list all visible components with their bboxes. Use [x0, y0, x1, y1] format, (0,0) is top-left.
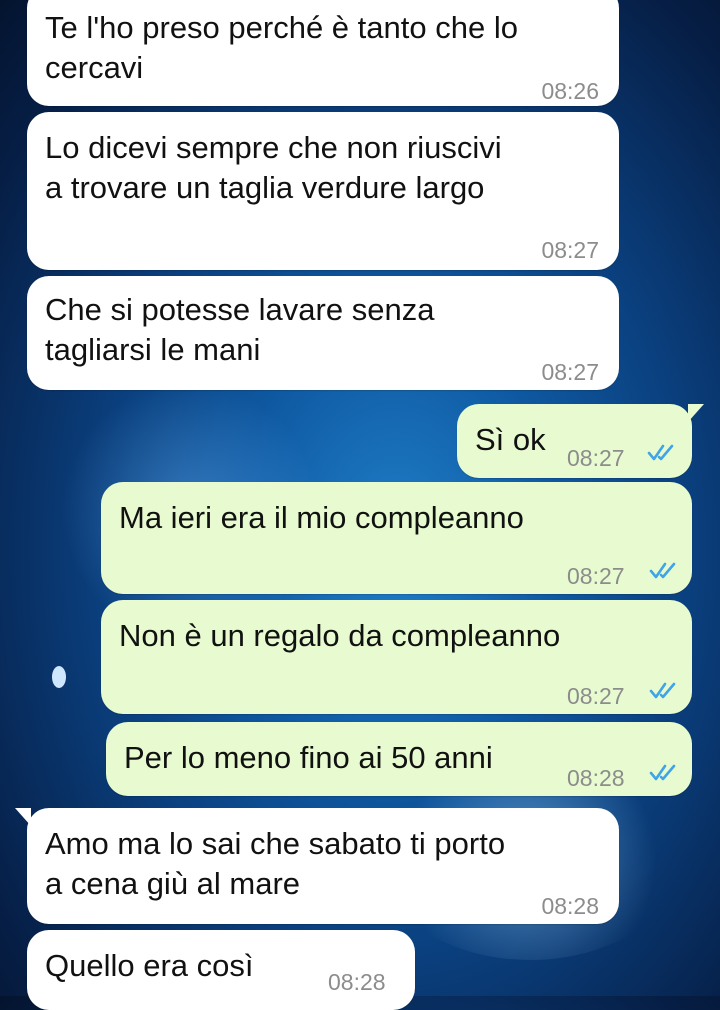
outgoing-message-bubble[interactable]: Non è un regalo da compleanno 08:27 [101, 600, 692, 714]
message-text: tagliarsi le mani [45, 332, 261, 367]
outgoing-message-bubble[interactable]: Ma ieri era il mio compleanno 08:27 [101, 482, 692, 594]
message-timestamp: 08:28 [328, 969, 386, 995]
message-text: Sì ok [475, 422, 546, 457]
message-timestamp: 08:27 [567, 563, 625, 589]
incoming-message-bubble[interactable]: Te l'ho preso perché è tanto che lo cerc… [27, 0, 619, 106]
message-timestamp: 08:27 [567, 445, 625, 471]
message-text: Lo dicevi sempre che non riuscivi [45, 130, 502, 165]
outgoing-message-bubble[interactable]: Per lo meno fino ai 50 anni 08:28 [106, 722, 692, 796]
message-text: Non è un regalo da compleanno [119, 618, 561, 653]
message-text: Amo ma lo sai che sabato ti porto [45, 826, 506, 861]
message-timestamp: 08:27 [541, 237, 599, 263]
bubble-tail [688, 404, 704, 422]
incoming-message-bubble[interactable]: Lo dicevi sempre che non riuscivi a trov… [27, 112, 619, 270]
message-timestamp: 08:28 [567, 765, 625, 791]
incoming-message-bubble[interactable]: Amo ma lo sai che sabato ti porto a cena… [15, 808, 619, 924]
message-text: Per lo meno fino ai 50 anni [124, 740, 493, 775]
message-timestamp: 08:27 [541, 359, 599, 385]
message-text: a trovare un taglia verdure largo [45, 170, 485, 205]
message-text: Ma ieri era il mio compleanno [119, 500, 524, 535]
incoming-message-bubble[interactable]: Che si potesse lavare senza tagliarsi le… [27, 276, 619, 390]
message-text: Quello era così [45, 948, 254, 983]
wallpaper-light-spot [52, 666, 66, 688]
message-timestamp: 08:27 [567, 683, 625, 709]
message-text: Te l'ho preso perché è tanto che lo [45, 10, 518, 45]
double-check-icon [647, 444, 674, 461]
double-check-icon [649, 764, 676, 781]
outgoing-message-bubble[interactable]: Sì ok 08:27 [457, 404, 704, 478]
message-text: Che si potesse lavare senza [45, 292, 435, 327]
double-check-icon [649, 562, 676, 579]
double-check-icon [649, 682, 676, 699]
message-text: a cena giù al mare [45, 866, 301, 901]
bubble-tail [15, 808, 31, 826]
message-timestamp: 08:26 [541, 78, 599, 104]
message-text: cercavi [45, 50, 144, 85]
incoming-message-bubble[interactable]: Quello era così 08:28 [27, 930, 415, 1010]
message-timestamp: 08:28 [541, 893, 599, 919]
